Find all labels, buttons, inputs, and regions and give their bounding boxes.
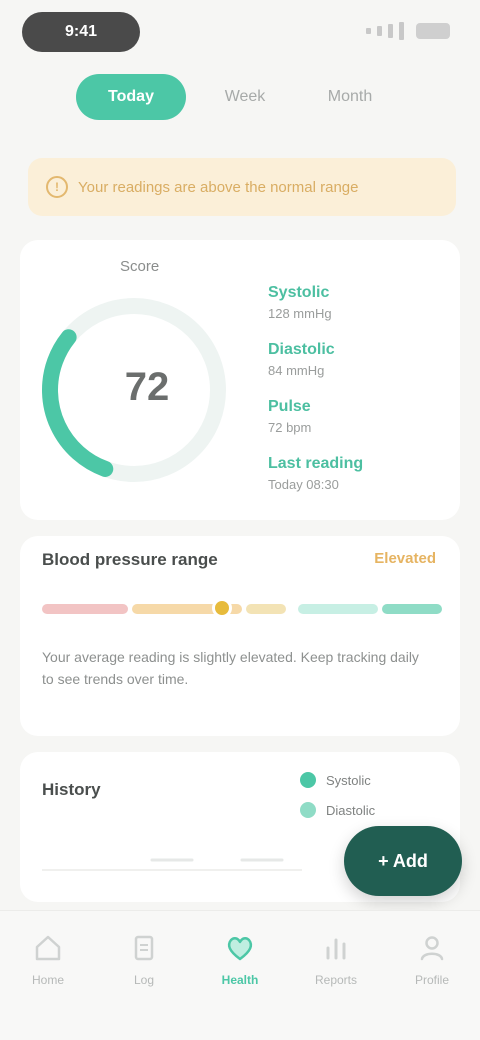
range-description: Your average reading is slightly elevate… xyxy=(42,649,419,687)
legend-item: Systolic xyxy=(300,772,450,788)
metric-value: 72 bpm xyxy=(268,420,312,435)
legend-label: Diastolic xyxy=(326,802,376,818)
metric-value: Today 08:30 xyxy=(268,477,339,492)
nav-label: Health xyxy=(221,973,259,987)
range-segment-borderline xyxy=(246,604,286,614)
range-segment-high xyxy=(42,604,128,614)
nav-item-log[interactable]: Log xyxy=(96,931,192,1011)
status-time: 9:41 xyxy=(22,12,140,52)
metric-item: Pulse 72 bpm xyxy=(268,398,438,435)
range-segment-optimal xyxy=(382,604,442,614)
metric-item: Systolic 128 mmHg xyxy=(268,284,438,321)
info-icon: ! xyxy=(46,176,68,198)
warning-banner[interactable]: ! Your readings are above the normal ran… xyxy=(28,158,456,216)
banner-text: Your readings are above the normal range xyxy=(78,178,359,196)
nav-item-reports[interactable]: Reports xyxy=(288,931,384,1011)
range-bar xyxy=(42,598,442,618)
heart-icon xyxy=(227,937,253,961)
range-segment-normal xyxy=(298,604,378,614)
nav-item-health[interactable]: Health xyxy=(192,931,288,1011)
nav-label: Log xyxy=(133,973,155,987)
add-reading-button[interactable]: + Add xyxy=(344,826,462,896)
history-title: History xyxy=(42,780,101,799)
tab-today[interactable]: Today xyxy=(76,74,186,120)
nav-label: Profile xyxy=(414,973,449,987)
score-label: Score xyxy=(120,258,160,275)
nav-item-profile[interactable]: Profile xyxy=(384,931,480,1011)
chart-icon xyxy=(326,938,346,960)
signal-icon xyxy=(388,24,393,38)
signal-icon xyxy=(366,28,371,34)
legend-item: Diastolic xyxy=(300,802,450,818)
user-icon xyxy=(420,936,444,961)
metric-item: Diastolic 84 mmHg xyxy=(268,341,438,378)
signal-icon xyxy=(399,22,404,40)
range-card[interactable]: Blood pressure range Elevated Your avera… xyxy=(20,536,460,736)
battery-icon xyxy=(416,23,450,39)
metric-title: Systolic xyxy=(268,284,330,301)
legend-dot xyxy=(300,772,316,788)
status-badge: Elevated xyxy=(374,550,436,567)
status-icons xyxy=(366,20,450,42)
metric-item: Last reading Today 08:30 xyxy=(268,455,438,492)
score-value: 72 xyxy=(124,365,170,409)
signal-icon xyxy=(377,26,382,36)
metrics-list: Systolic 128 mmHg Diastolic 84 mmHg Puls… xyxy=(268,284,438,512)
score-card: Score 72 Systolic 128 mmHg Diastolic 84 … xyxy=(20,240,460,520)
metric-value: 128 mmHg xyxy=(268,306,332,321)
period-tabs: Today Week Month xyxy=(0,66,480,126)
app-screen: 9:41 Today Week Month ! Your readings ar… xyxy=(0,0,480,1040)
history-sparkline xyxy=(42,858,302,871)
metric-value: 84 mmHg xyxy=(268,363,325,378)
nav-label: Home xyxy=(31,973,64,987)
range-marker xyxy=(212,598,232,618)
home-icon xyxy=(35,935,61,961)
nav-item-home[interactable]: Home xyxy=(0,931,96,1011)
metric-title: Last reading xyxy=(268,455,364,472)
tab-week[interactable]: Week xyxy=(200,74,290,120)
clipboard-icon xyxy=(134,935,154,961)
bottom-nav: Home Log Health Reports Profile xyxy=(0,910,480,1040)
metric-title: Diastolic xyxy=(268,341,335,358)
tab-month[interactable]: Month xyxy=(300,74,400,120)
history-legend: Systolic Diastolic xyxy=(300,772,450,832)
legend-label: Systolic xyxy=(326,772,371,788)
range-title: Blood pressure range xyxy=(42,550,218,569)
status-bar: 9:41 xyxy=(0,0,480,60)
legend-dot xyxy=(300,802,316,818)
metric-title: Pulse xyxy=(268,398,311,415)
nav-label: Reports xyxy=(314,973,358,987)
